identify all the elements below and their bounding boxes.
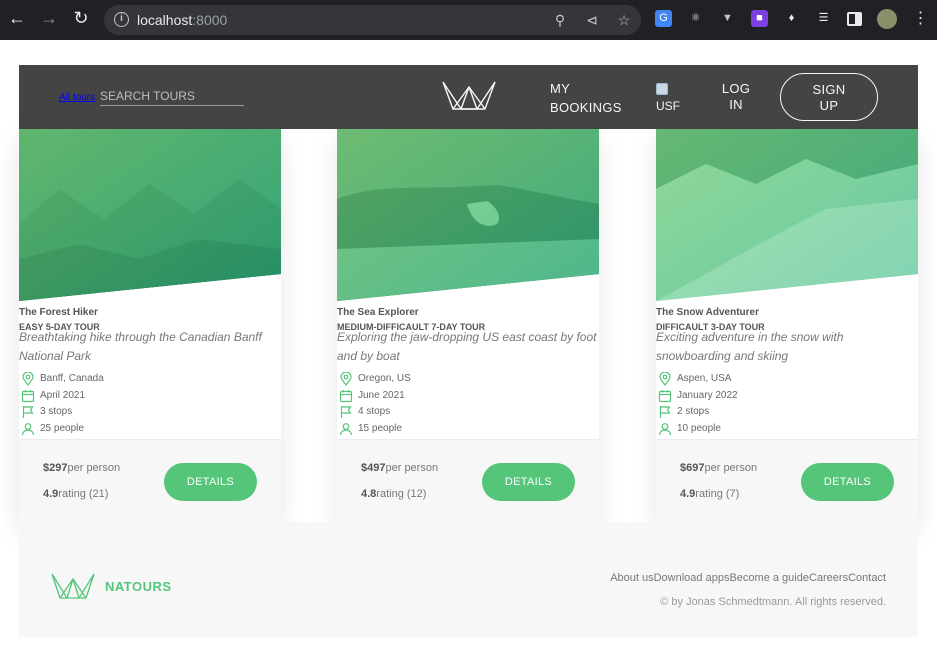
flag-icon: [22, 406, 34, 418]
tour-price: $497per person: [361, 462, 439, 474]
map-pin-icon: [659, 372, 671, 386]
tour-stops-text: 4 stops: [358, 406, 391, 417]
natours-logo-green-icon[interactable]: [51, 572, 95, 600]
details-button[interactable]: DETAILS: [482, 463, 575, 501]
user-icon: [658, 423, 672, 436]
details-button[interactable]: DETAILS: [801, 463, 894, 501]
my-bookings-link[interactable]: MY BOOKINGS: [550, 79, 622, 117]
copyright-text: © by Jonas Schmedtmann. All rights reser…: [660, 596, 886, 608]
flag-icon: [659, 406, 671, 418]
site-header: All tours MY BOOKINGS USF LOG IN SIGN UP: [19, 65, 918, 129]
tour-description: Exploring the jaw-dropping US east coast…: [337, 330, 597, 363]
tour-name: The Snow Adventurer: [656, 307, 759, 318]
login-button[interactable]: LOG IN: [719, 81, 753, 113]
tour-description: Exciting adventure in the snow with snow…: [656, 330, 844, 363]
tour-card-footer: $697per person 4.9rating (7) DETAILS: [656, 439, 918, 522]
tour-image-forest: [19, 129, 281, 301]
bookmark-star-icon[interactable]: ☆: [616, 12, 632, 28]
tour-date-text: June 2021: [358, 390, 405, 401]
media-queue-icon[interactable]: ☰: [815, 10, 832, 27]
tour-card: The Forest Hiker Easy 5-day tour Breatht…: [19, 129, 281, 522]
login-label-1: LOG: [721, 81, 751, 96]
tour-card-footer: $497per person 4.8rating (12) DETAILS: [337, 439, 599, 522]
share-icon[interactable]: ⊲: [584, 12, 600, 28]
tour-date-text: April 2021: [40, 390, 86, 401]
footer-link-careers[interactable]: Careers: [809, 572, 848, 584]
tour-price: $697per person: [680, 462, 758, 474]
tour-price: $297per person: [43, 462, 121, 474]
broken-image-icon: [656, 83, 668, 95]
side-panel-icon[interactable]: [847, 12, 862, 26]
browser-toolbar: ← → ↻ i localhost:8000 ⚲ ⊲ ☆ G ⚛ ▼ ■ ♦ ☰…: [0, 0, 937, 40]
menu-kebab-icon[interactable]: ⋮: [912, 10, 929, 27]
tour-date-text: January 2022: [677, 390, 738, 401]
footer-link-contact[interactable]: Contact: [848, 572, 886, 584]
tour-name: The Forest Hiker: [19, 307, 98, 318]
map-pin-icon: [22, 372, 34, 386]
tour-card: The Sea Explorer Medium-difficault 7-day…: [337, 129, 599, 522]
url-text: localhost:8000: [137, 12, 228, 28]
tour-name: The Sea Explorer: [337, 307, 419, 318]
zoom-icon[interactable]: ⚲: [552, 12, 568, 28]
extensions-puzzle-icon[interactable]: ♦: [783, 10, 800, 27]
login-label-2: IN: [729, 97, 743, 112]
tour-image-snow: [656, 129, 918, 301]
back-arrow-icon[interactable]: ←: [7, 8, 27, 28]
react-devtools-icon[interactable]: ⚛: [687, 10, 704, 27]
tour-people-text: 15 people: [358, 423, 402, 434]
forward-arrow-icon[interactable]: →: [39, 8, 59, 28]
tour-description: Breathtaking hike through the Canadian B…: [19, 330, 262, 363]
tour-card: The Snow Adventurer Difficault 3-day tou…: [656, 129, 918, 522]
tour-stops-text: 2 stops: [677, 406, 710, 417]
profile-avatar[interactable]: [877, 9, 897, 29]
translate-extension-icon[interactable]: G: [655, 10, 672, 27]
all-tours-link[interactable]: All tours: [59, 92, 95, 103]
site-footer: NATOURS About usDownload appsBecome a gu…: [19, 522, 918, 637]
natours-page: All tours MY BOOKINGS USF LOG IN SIGN UP: [19, 65, 918, 637]
footer-link-guide[interactable]: Become a guide: [729, 572, 809, 584]
search-tours-input[interactable]: [100, 87, 244, 106]
tour-rating: 4.9rating (7): [680, 488, 740, 500]
footer-brand: NATOURS: [105, 579, 172, 594]
user-icon: [339, 423, 353, 436]
vue-devtools-icon[interactable]: ▼: [719, 10, 736, 27]
footer-link-about[interactable]: About us: [610, 572, 653, 584]
natours-logo-icon[interactable]: [441, 79, 497, 111]
address-bar[interactable]: i localhost:8000 ⚲ ⊲ ☆: [104, 5, 641, 35]
signup-button[interactable]: SIGN UP: [780, 73, 878, 121]
footer-link-download[interactable]: Download apps: [654, 572, 730, 584]
calendar-icon: [339, 390, 353, 403]
calendar-icon: [21, 390, 35, 403]
flag-icon: [340, 406, 352, 418]
my-bookings-label-1: MY: [550, 81, 571, 96]
reload-icon[interactable]: ↻: [71, 8, 91, 28]
tour-card-footer: $297per person 4.9rating (21) DETAILS: [19, 439, 281, 522]
user-photo-alt-text: USF: [656, 99, 680, 113]
site-info-icon[interactable]: i: [114, 12, 129, 27]
signup-label-2: UP: [819, 98, 839, 113]
signup-label-1: SIGN: [812, 82, 846, 97]
user-icon: [21, 423, 35, 436]
tour-location-text: Banff, Canada: [40, 373, 104, 384]
tour-people-text: 10 people: [677, 423, 721, 434]
details-button[interactable]: DETAILS: [164, 463, 257, 501]
calendar-icon: [658, 390, 672, 403]
tour-people-text: 25 people: [40, 423, 84, 434]
purple-extension-icon[interactable]: ■: [751, 10, 768, 27]
tour-rating: 4.8rating (12): [361, 488, 427, 500]
my-bookings-label-2: BOOKINGS: [550, 100, 622, 115]
tour-image-sea: [337, 129, 599, 301]
tour-location-text: Aspen, USA: [677, 373, 732, 384]
tour-rating: 4.9rating (21): [43, 488, 109, 500]
map-pin-icon: [340, 372, 352, 386]
user-photo[interactable]: USF: [656, 83, 690, 114]
tour-location-text: Oregon, US: [358, 373, 411, 384]
footer-nav: About usDownload appsBecome a guideCaree…: [610, 572, 886, 584]
tour-stops-text: 3 stops: [40, 406, 73, 417]
